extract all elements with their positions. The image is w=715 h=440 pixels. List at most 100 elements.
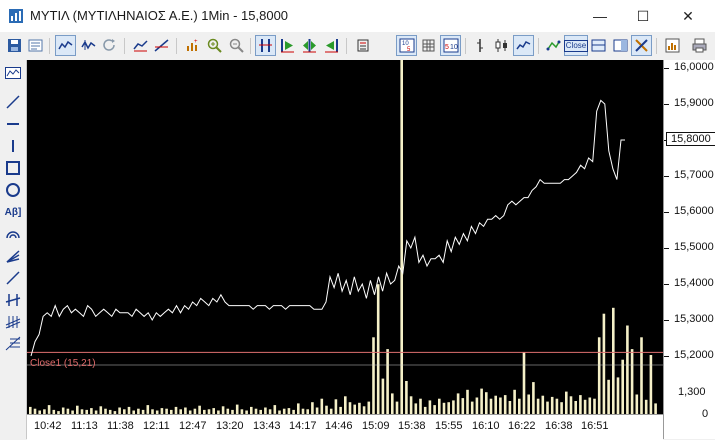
volume-bar (334, 399, 338, 414)
add-study-button[interactable]: + (182, 35, 203, 56)
x-axis-label: 15:38 (398, 420, 426, 432)
save-button[interactable] (4, 35, 25, 56)
diagonal-line-icon (6, 95, 20, 109)
close-window-button[interactable]: ✕ (665, 0, 711, 32)
volume-bar (630, 349, 634, 414)
crosshair-button[interactable] (255, 35, 276, 56)
print-button[interactable] (689, 35, 710, 56)
volume-bar (174, 406, 178, 414)
horizontal-line-tool[interactable] (3, 115, 23, 133)
grid-tool[interactable] (3, 313, 23, 331)
volume-bar (616, 377, 620, 414)
volume-bar (546, 401, 549, 414)
x-axis-label: 10:42 (34, 420, 62, 432)
channel-tool[interactable] (3, 291, 23, 309)
properties-button[interactable] (25, 35, 46, 56)
y-axis-tick (664, 356, 669, 357)
zoom-out-button[interactable] (226, 35, 247, 56)
volume-bar (569, 396, 573, 414)
add-study-icon: + (187, 39, 198, 51)
five-ten-button[interactable]: 5 10 (440, 35, 461, 56)
x-axis-label: 16:10 (472, 420, 500, 432)
area-chart-icon (133, 40, 148, 52)
volume-bar (405, 381, 408, 414)
text-tool[interactable]: Aβ] (3, 203, 23, 221)
chart-type-button[interactable] (130, 35, 151, 56)
split-view-icon (591, 39, 606, 52)
tick-chart-button[interactable] (470, 35, 491, 56)
save-icon (8, 39, 21, 52)
refresh-button[interactable] (99, 35, 120, 56)
tools-button[interactable] (631, 35, 652, 56)
y-axis-label: 15,2000 (674, 349, 714, 361)
scroll-back-button[interactable] (321, 35, 342, 56)
volume-bar (654, 403, 657, 414)
y-axis-tick (664, 176, 669, 177)
diagonal-line-tool[interactable] (3, 93, 23, 111)
main-toolbar: + 10 5 5 10 Close (0, 32, 715, 61)
bar-chart-button[interactable] (78, 35, 99, 56)
volume-bar (593, 398, 596, 414)
volume-bar (602, 313, 606, 414)
volume-bar (536, 398, 540, 414)
line-mode-button[interactable] (513, 35, 534, 56)
price-axis[interactable]: 16,0000 15,9000 15,8000 15,7000 15,6000 15,50… (663, 60, 715, 439)
close-price-label: Close (563, 39, 589, 52)
volume-bar (550, 396, 554, 414)
dot-line-button[interactable] (543, 35, 564, 56)
indicator-button[interactable] (151, 35, 172, 56)
split-view-button[interactable] (588, 35, 609, 56)
zoom-in-button[interactable] (204, 35, 225, 56)
arc-tool[interactable] (3, 225, 23, 243)
scale-icon: 105 (399, 38, 414, 53)
chart-properties-button[interactable] (662, 35, 683, 56)
maximize-button[interactable]: ☐ (620, 0, 666, 32)
volume-bar (480, 388, 483, 414)
x-axis-label: 15:09 (362, 420, 390, 432)
horizontal-line-icon (7, 123, 19, 125)
data-window-button[interactable] (352, 35, 373, 56)
vertical-line-tool[interactable] (3, 137, 23, 155)
trend-line-tool[interactable] (3, 269, 23, 287)
grid-icon (422, 39, 435, 52)
volume-bar (273, 405, 277, 414)
candle-chart-button[interactable] (491, 35, 512, 56)
line-chart-button[interactable] (55, 35, 76, 56)
fibonacci-tool[interactable] (3, 335, 23, 353)
volume-bar (250, 406, 253, 414)
x-axis-label: 13:43 (253, 420, 281, 432)
fan-tool[interactable] (3, 247, 23, 265)
circle-tool[interactable] (3, 181, 23, 199)
volume-bar (428, 400, 432, 414)
time-axis[interactable]: 10:42 11:13 11:38 12:11 12:47 13:20 13:43 14:17… (27, 414, 663, 440)
refresh-icon (103, 39, 115, 51)
drawing-toolbar: Aβ] (0, 60, 27, 439)
volume-bar (456, 393, 460, 414)
panel-icon (613, 39, 628, 52)
volume-bar (311, 402, 314, 414)
panel-button[interactable] (610, 35, 631, 56)
x-axis-label: 16:51 (581, 420, 609, 432)
volume-bar (503, 395, 507, 414)
mini-chart-tool[interactable] (3, 64, 23, 82)
volume-bar (579, 395, 582, 414)
scroll-both-button[interactable] (299, 35, 320, 56)
scroll-forward-button[interactable] (277, 35, 298, 56)
volume-bar (221, 406, 225, 414)
ten-five-button[interactable]: 10 5 (396, 35, 417, 56)
minimize-button[interactable]: — (577, 0, 623, 32)
grid-button[interactable] (418, 35, 439, 56)
volume-bar (649, 355, 653, 414)
chart-canvas (27, 60, 663, 414)
volume-bar (607, 379, 610, 414)
volume-bar (470, 401, 474, 414)
volume-bar (574, 401, 577, 414)
volume-bar (376, 284, 380, 414)
x-axis-label: 12:11 (143, 420, 170, 432)
y-axis-tick (664, 68, 669, 69)
volume-bar (644, 399, 648, 414)
price-chart[interactable]: Close1 (15,21) (27, 60, 663, 414)
y-axis-label: 15,9000 (674, 97, 714, 109)
rectangle-tool[interactable] (3, 159, 23, 177)
close-price-button[interactable]: Close (563, 35, 589, 56)
